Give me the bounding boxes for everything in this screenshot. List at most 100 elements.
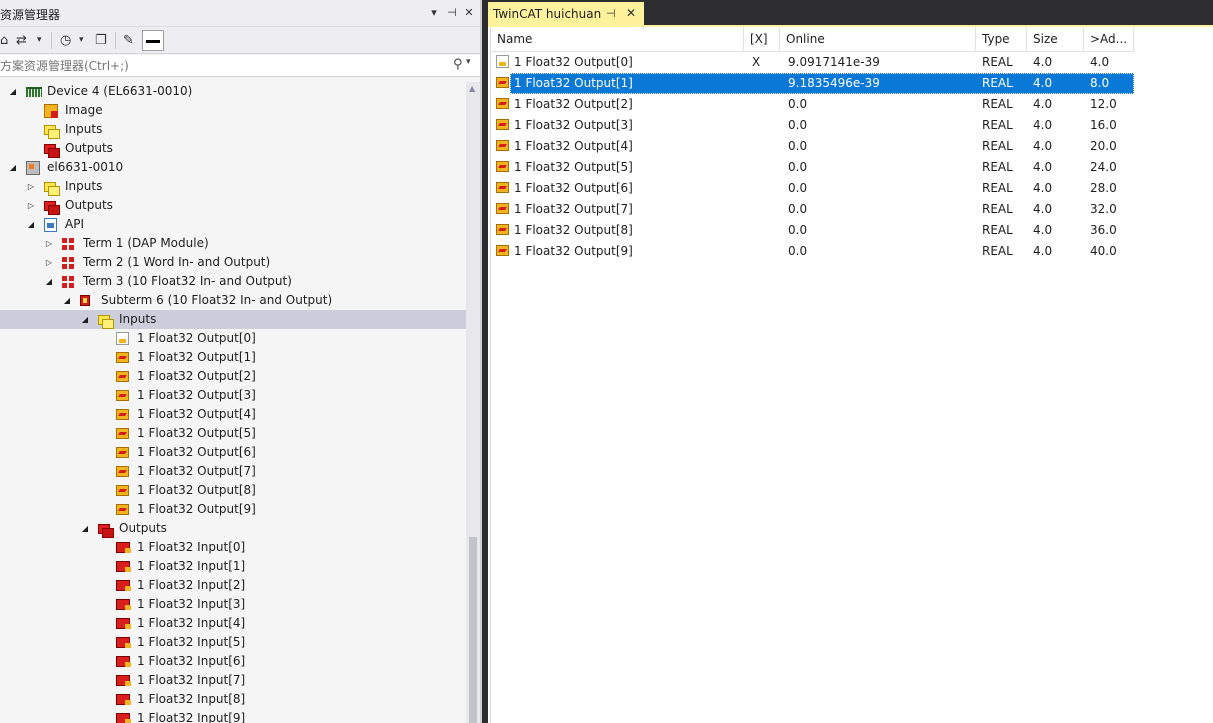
tree-item[interactable]: 1 Float32 Output[2] (0, 367, 466, 386)
chevron-down-icon[interactable]: ▾ (466, 57, 471, 67)
tree-item[interactable]: ◢ Outputs (0, 519, 466, 538)
tree-item[interactable]: 1 Float32 Input[4] (0, 614, 466, 633)
tree-item-label: 1 Float32 Output[9] (137, 502, 256, 516)
tree-item[interactable]: 1 Float32 Output[8] (0, 481, 466, 500)
table-row[interactable]: 1 Float32 Output[3] 0.0 REAL 4.0 16.0 (491, 115, 1134, 136)
chevron-down-icon[interactable]: ▾ (79, 31, 84, 50)
tree-item[interactable]: 1 Float32 Output[7] (0, 462, 466, 481)
tree-item[interactable]: 1 Float32 Output[6] (0, 443, 466, 462)
table-row[interactable]: 1 Float32 Output[2] 0.0 REAL 4.0 12.0 (491, 94, 1134, 115)
collapse-arrow-icon[interactable]: ◢ (80, 310, 90, 329)
chevron-down-icon[interactable]: ▾ (37, 31, 42, 50)
tree-item-label: 1 Float32 Input[9] (137, 711, 246, 723)
pages-icon[interactable]: ❐ (95, 31, 107, 50)
tree-item[interactable]: ▷ Term 2 (1 Word In- and Output) (0, 253, 466, 272)
table-row[interactable]: 1 Float32 Output[8] 0.0 REAL 4.0 36.0 (491, 220, 1134, 241)
tree-item[interactable]: ◢ Term 3 (10 Float32 In- and Output) (0, 272, 466, 291)
tree-item[interactable]: ▷ Outputs (0, 196, 466, 215)
variable-list: Name [X] Online Type Size >Ad... 1 Float… (490, 27, 1213, 723)
properties-icon[interactable] (142, 30, 164, 51)
column-header-online[interactable]: Online (780, 27, 976, 52)
input-variable-icon (116, 371, 129, 382)
table-row[interactable]: 1 Float32 Output[6] 0.0 REAL 4.0 28.0 (491, 178, 1134, 199)
table-row[interactable]: 1 Float32 Output[9] 0.0 REAL 4.0 40.0 (491, 241, 1134, 262)
column-header-address[interactable]: >Ad... (1084, 27, 1134, 52)
tree-item[interactable]: 1 Float32 Input[1] (0, 557, 466, 576)
column-header-name[interactable]: Name (491, 27, 744, 52)
table-row[interactable]: 1 Float32 Output[4] 0.0 REAL 4.0 20.0 (491, 136, 1134, 157)
pin-icon[interactable]: ⊣ (445, 6, 459, 20)
dropdown-icon[interactable]: ▾ (427, 6, 441, 20)
table-row[interactable]: 1 Float32 Output[5] 0.0 REAL 4.0 24.0 (491, 157, 1134, 178)
close-icon[interactable]: ✕ (626, 6, 636, 20)
cell-online: 0.0 (788, 139, 808, 153)
collapse-arrow-icon[interactable]: ◢ (8, 158, 18, 177)
table-row[interactable]: 1 Float32 Output[7] 0.0 REAL 4.0 32.0 (491, 199, 1134, 220)
table-row[interactable]: 1 Float32 Output[1] 9.1835496e-39 REAL 4.0 8… (491, 73, 1134, 94)
expand-arrow-icon[interactable]: ▷ (26, 196, 36, 215)
tree-item[interactable]: 1 Float32 Output[4] (0, 405, 466, 424)
tree-item[interactable]: 1 Float32 Input[3] (0, 595, 466, 614)
history-icon[interactable]: ◷ (60, 31, 71, 50)
tree-item[interactable]: 1 Float32 Input[9] (0, 709, 466, 723)
table-row[interactable]: 1 Float32 Output[0] X 9.0917141e-39 REAL 4.0… (491, 52, 1134, 73)
cell-name: 1 Float32 Output[4] (514, 139, 633, 153)
output-variable-icon (116, 599, 131, 610)
cell-type: REAL (982, 160, 1013, 174)
output-variable-icon (116, 580, 131, 591)
tree-item[interactable]: ◢ el6631-0010 (0, 158, 466, 177)
tree-item[interactable]: 1 Float32 Input[7] (0, 671, 466, 690)
scrollbar-thumb[interactable] (469, 537, 477, 723)
expand-arrow-icon[interactable]: ▷ (44, 234, 54, 253)
tree-item[interactable]: 1 Float32 Output[9] (0, 500, 466, 519)
tree-item[interactable]: 1 Float32 Output[1] (0, 348, 466, 367)
scroll-up-icon[interactable]: ▲ (469, 84, 475, 93)
tree-item[interactable]: ◢ Inputs (0, 310, 466, 329)
close-icon[interactable]: ✕ (462, 6, 476, 20)
expand-arrow-icon[interactable]: ▷ (44, 253, 54, 272)
tree-item[interactable]: 1 Float32 Output[5] (0, 424, 466, 443)
pin-icon[interactable]: ⊣ (606, 7, 616, 20)
collapse-arrow-icon[interactable]: ◢ (8, 82, 18, 101)
column-header-size[interactable]: Size (1027, 27, 1084, 52)
tree-item[interactable]: Outputs (0, 139, 466, 158)
collapse-arrow-icon[interactable]: ◢ (44, 272, 54, 291)
tab-twincat-huichuan[interactable]: TwinCAT huichuan ⊣ ✕ (488, 2, 644, 27)
home-icon[interactable]: ⌂ (0, 31, 8, 50)
tree-item[interactable]: ◢ Subterm 6 (10 Float32 In- and Output) (0, 291, 466, 310)
column-header-type[interactable]: Type (976, 27, 1027, 52)
tree-scrollbar[interactable]: ▲ (466, 82, 480, 723)
tree-item-label: 1 Float32 Output[1] (137, 350, 256, 364)
expand-arrow-icon[interactable]: ▷ (26, 177, 36, 196)
inputs-icon (98, 315, 114, 329)
cell-type: REAL (982, 97, 1013, 111)
cell-type: REAL (982, 244, 1013, 258)
search-input[interactable] (0, 57, 440, 75)
tree-item[interactable]: ▷ Inputs (0, 177, 466, 196)
tree-item[interactable]: ◢ Device 4 (EL6631-0010) (0, 82, 466, 101)
column-header-x[interactable]: [X] (744, 27, 780, 52)
input-variable-icon (496, 98, 509, 109)
tree-item[interactable]: Image (0, 101, 466, 120)
collapse-arrow-icon[interactable]: ◢ (80, 519, 90, 538)
sync-icon[interactable]: ⇄ (16, 31, 27, 50)
tree-item-label: Device 4 (EL6631-0010) (47, 84, 193, 98)
tree-item[interactable]: ▷ Term 1 (DAP Module) (0, 234, 466, 253)
wrench-icon[interactable]: ✎ (123, 31, 134, 50)
tree-item[interactable]: 1 Float32 Input[8] (0, 690, 466, 709)
collapse-arrow-icon[interactable]: ◢ (62, 291, 72, 310)
input-variable-icon (496, 161, 509, 172)
tree-item-label: Term 2 (1 Word In- and Output) (83, 255, 271, 269)
tree-item[interactable]: Inputs (0, 120, 466, 139)
tree-item-label: 1 Float32 Output[5] (137, 426, 256, 440)
search-icon[interactable]: ⚲ (453, 57, 463, 72)
input-variable-icon (116, 390, 129, 401)
tree-item[interactable]: ◢ API (0, 215, 466, 234)
tree-item[interactable]: 1 Float32 Output[0] (0, 329, 466, 348)
tree-item[interactable]: 1 Float32 Input[6] (0, 652, 466, 671)
tree-item[interactable]: 1 Float32 Input[2] (0, 576, 466, 595)
tree-item[interactable]: 1 Float32 Input[0] (0, 538, 466, 557)
tree-item[interactable]: 1 Float32 Input[5] (0, 633, 466, 652)
tree-item[interactable]: 1 Float32 Output[3] (0, 386, 466, 405)
collapse-arrow-icon[interactable]: ◢ (26, 215, 36, 234)
